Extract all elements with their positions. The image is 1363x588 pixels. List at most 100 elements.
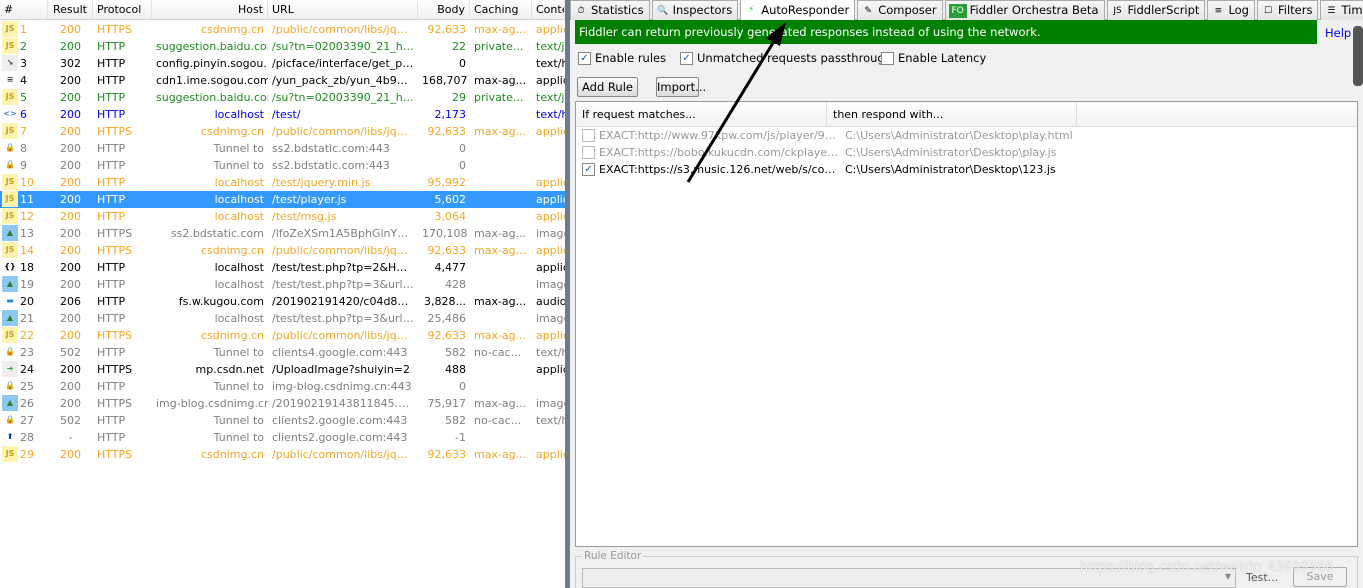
tab-timeline[interactable]: ☰ Timeline bbox=[1320, 0, 1363, 20]
session-id: 13 bbox=[20, 227, 34, 240]
session-row[interactable]: ▲ 26 200 HTTPS img-blog.csdnimg.cn/201902191… bbox=[0, 395, 565, 412]
cell-protocol: HTTP bbox=[97, 176, 126, 189]
help-link[interactable]: Help bbox=[1325, 26, 1351, 40]
import-button[interactable]: Import... bbox=[656, 77, 706, 97]
col-match[interactable]: If request matches... bbox=[576, 102, 827, 126]
col-respond[interactable]: then respond with... bbox=[827, 102, 1077, 126]
tab-log[interactable]: ≡ Log bbox=[1207, 0, 1255, 20]
rule-row[interactable]: ✓ EXACT:https://s3.music.126.net/web/s/co… bbox=[576, 161, 1357, 178]
session-row[interactable]: ⬆ 28 - HTTP Tunnel to clients2.google.com:443… bbox=[0, 429, 565, 446]
col-number[interactable]: # bbox=[0, 0, 48, 20]
cell-protocol: HTTP bbox=[97, 40, 126, 53]
session-row[interactable]: JS 2 200 HTTP suggestion.baidu.com/su?tn=020… bbox=[0, 38, 565, 55]
session-row[interactable]: ▲ 21 200 HTTP localhost/test/test.php?tp=3&u… bbox=[0, 310, 565, 327]
cell-body: 4,477 bbox=[434, 261, 467, 274]
tab-bar: ⏱ Statistics 🔍 Inspectors ⚡ AutoResponder ✎ Com… bbox=[570, 0, 1363, 20]
session-row[interactable]: 🔒 9 200 HTTP Tunnel to ss2.bdstatic.com:443 0 bbox=[0, 157, 565, 174]
cell-id: 🔒 27 bbox=[0, 412, 48, 429]
col-caching[interactable]: Caching bbox=[470, 0, 532, 20]
session-row[interactable]: JS 10 200 HTTP localhost/test/jquery.min.js 9… bbox=[0, 174, 565, 191]
rule-row[interactable]: EXACT:http://www.97kpw.com/js/player/97.… bbox=[576, 127, 1357, 144]
cell-caching bbox=[470, 310, 532, 327]
session-row[interactable]: 🔒 8 200 HTTP Tunnel to ss2.bdstatic.com:443 0 bbox=[0, 140, 565, 157]
session-row[interactable]: ≡ 4 200 HTTP cdn1.ime.sogou.com/yun_pack_zb/… bbox=[0, 72, 565, 89]
cell-protocol: HTTP bbox=[97, 295, 126, 308]
session-id: 8 bbox=[20, 142, 27, 155]
cell-result: 200 bbox=[60, 261, 81, 274]
session-id: 6 bbox=[20, 108, 27, 121]
tab-autoresponder[interactable]: ⚡ AutoResponder bbox=[740, 0, 856, 20]
latency-checkbox[interactable]: Enable Latency bbox=[881, 51, 986, 65]
session-row[interactable]: JS 7 200 HTTPS csdnimg.cn/public/common/libs… bbox=[0, 123, 565, 140]
doc-icon: ≡ bbox=[2, 72, 18, 88]
session-row[interactable]: JS 22 200 HTTPS csdnimg.cn/public/common/lib… bbox=[0, 327, 565, 344]
session-id: 29 bbox=[20, 448, 34, 461]
lock-icon: 🔒 bbox=[2, 140, 18, 156]
cell-result: 200 bbox=[60, 244, 81, 257]
cell-caching: max-ag... bbox=[474, 295, 527, 308]
tab-filters[interactable]: ☐ Filters bbox=[1256, 0, 1319, 20]
session-row[interactable]: ➜ 24 200 HTTPS mp.csdn.net/UploadImage?shuiy… bbox=[0, 361, 565, 378]
col-protocol[interactable]: Protocol bbox=[93, 0, 152, 20]
session-row[interactable]: JS 14 200 HTTPS csdnimg.cn/public/common/lib… bbox=[0, 242, 565, 259]
tab-fiddlerscript[interactable]: JS FiddlerScript bbox=[1106, 0, 1206, 20]
tab-label: Fiddler Orchestra Beta bbox=[969, 3, 1099, 17]
add-rule-button[interactable]: Add Rule bbox=[577, 77, 638, 97]
session-row[interactable]: JS 5 200 HTTP suggestion.baidu.com/su?tn=020… bbox=[0, 89, 565, 106]
scrollbar[interactable] bbox=[1353, 26, 1363, 86]
cell-result: 200 bbox=[60, 329, 81, 342]
session-row[interactable]: ▬ 20 206 HTTP fs.w.kugou.com/201902191420/c0… bbox=[0, 293, 565, 310]
cell-content: image bbox=[536, 397, 565, 410]
cell-protocol: HTTPS bbox=[97, 329, 133, 342]
session-row[interactable]: <> 6 200 HTTP localhost/test/2,173 text/h bbox=[0, 106, 565, 123]
session-row[interactable]: ▲ 19 200 HTTP localhost/test/test.php?tp=3&u… bbox=[0, 276, 565, 293]
cell-url: /public/common/libs/jquer... bbox=[272, 125, 418, 138]
session-row[interactable]: 🔒 27 502 HTTP Tunnel to clients2.google.com:4… bbox=[0, 412, 565, 429]
col-url[interactable]: URL bbox=[268, 0, 418, 20]
session-row[interactable]: {} 18 200 HTTP localhost/test/test.php?tp=2&… bbox=[0, 259, 565, 276]
fo-icon: FO bbox=[948, 3, 967, 18]
cell-body: 75,917 bbox=[427, 397, 467, 410]
rule-editor-label: Rule Editor bbox=[582, 550, 644, 562]
cell-url: /test/test.php?tp=2&Has... bbox=[272, 261, 418, 274]
cell-url: /test/test.php?tp=3&url=... bbox=[272, 312, 418, 325]
rule-checkbox[interactable] bbox=[582, 129, 595, 142]
passthrough-checkbox[interactable]: ✓ Unmatched requests passthrough bbox=[680, 51, 892, 65]
cell-content bbox=[532, 429, 565, 446]
cell-url: clients2.google.com:443 bbox=[272, 431, 408, 444]
session-id: 24 bbox=[20, 363, 34, 376]
cell-caching: private... bbox=[474, 40, 524, 53]
tab-inspectors[interactable]: 🔍 Inspectors bbox=[651, 0, 739, 20]
rule-checkbox[interactable]: ✓ bbox=[582, 163, 595, 176]
session-row[interactable]: JS 29 200 HTTPS csdnimg.cn/public/common/lib… bbox=[0, 446, 565, 463]
json-icon: {} bbox=[2, 259, 18, 275]
session-row[interactable]: 🔒 25 200 HTTP Tunnel to img-blog.csdnimg.cn:4… bbox=[0, 378, 565, 395]
tab-composer[interactable]: ✎ Composer bbox=[857, 0, 943, 20]
enable-rules-checkbox[interactable]: ✓ Enable rules bbox=[578, 51, 666, 65]
cell-result: 200 bbox=[60, 397, 81, 410]
rule-checkbox[interactable] bbox=[582, 146, 595, 159]
session-row[interactable]: 🔒 23 502 HTTP Tunnel to clients4.google.com:4… bbox=[0, 344, 565, 361]
col-host[interactable]: Host bbox=[152, 0, 268, 20]
cell-url: /lfoZeXSm1A5BphGlnYG/s... bbox=[272, 227, 418, 240]
cell-host: Tunnel to bbox=[213, 414, 264, 427]
tab-fiddler-orchestra-beta[interactable]: FO Fiddler Orchestra Beta bbox=[944, 0, 1105, 20]
cell-id: ▲ 19 bbox=[0, 276, 48, 293]
rule-response: C:\Users\Administrator\Desktop\123.js bbox=[845, 163, 1056, 176]
col-result[interactable]: Result bbox=[48, 0, 93, 20]
rule-row[interactable]: EXACT:https://bobo.kukucdn.com/ckplayerx… bbox=[576, 144, 1357, 161]
autoresponder-panel: ⏱ Statistics 🔍 Inspectors ⚡ AutoResponder ✎ Com… bbox=[570, 0, 1363, 588]
rule-match: EXACT:http://www.97kpw.com/js/player/97.… bbox=[599, 129, 839, 142]
col-body[interactable]: Body bbox=[418, 0, 470, 20]
cell-content: image bbox=[536, 278, 565, 291]
cell-url: ss2.bdstatic.com:443 bbox=[272, 142, 390, 155]
session-row[interactable]: JS 11 200 HTTP localhost/test/player.js 5,602… bbox=[0, 191, 565, 208]
session-row[interactable]: JS 12 200 HTTP localhost/test/msg.js 3,064 app… bbox=[0, 208, 565, 225]
tab-statistics[interactable]: ⏱ Statistics bbox=[570, 0, 650, 20]
cell-host: Tunnel to bbox=[213, 431, 264, 444]
session-row[interactable]: JS 1 200 HTTPS csdnimg.cn/public/common/libs… bbox=[0, 21, 565, 38]
session-row[interactable]: ▲ 13 200 HTTPS ss2.bdstatic.com/lfoZeXSm1A5B… bbox=[0, 225, 565, 242]
col-content-type[interactable]: Conte bbox=[532, 0, 565, 20]
session-row[interactable]: ↘ 3 302 HTTP config.pinyin.sogou... /picface/… bbox=[0, 55, 565, 72]
cell-host: fs.w.kugou.com bbox=[178, 295, 264, 308]
